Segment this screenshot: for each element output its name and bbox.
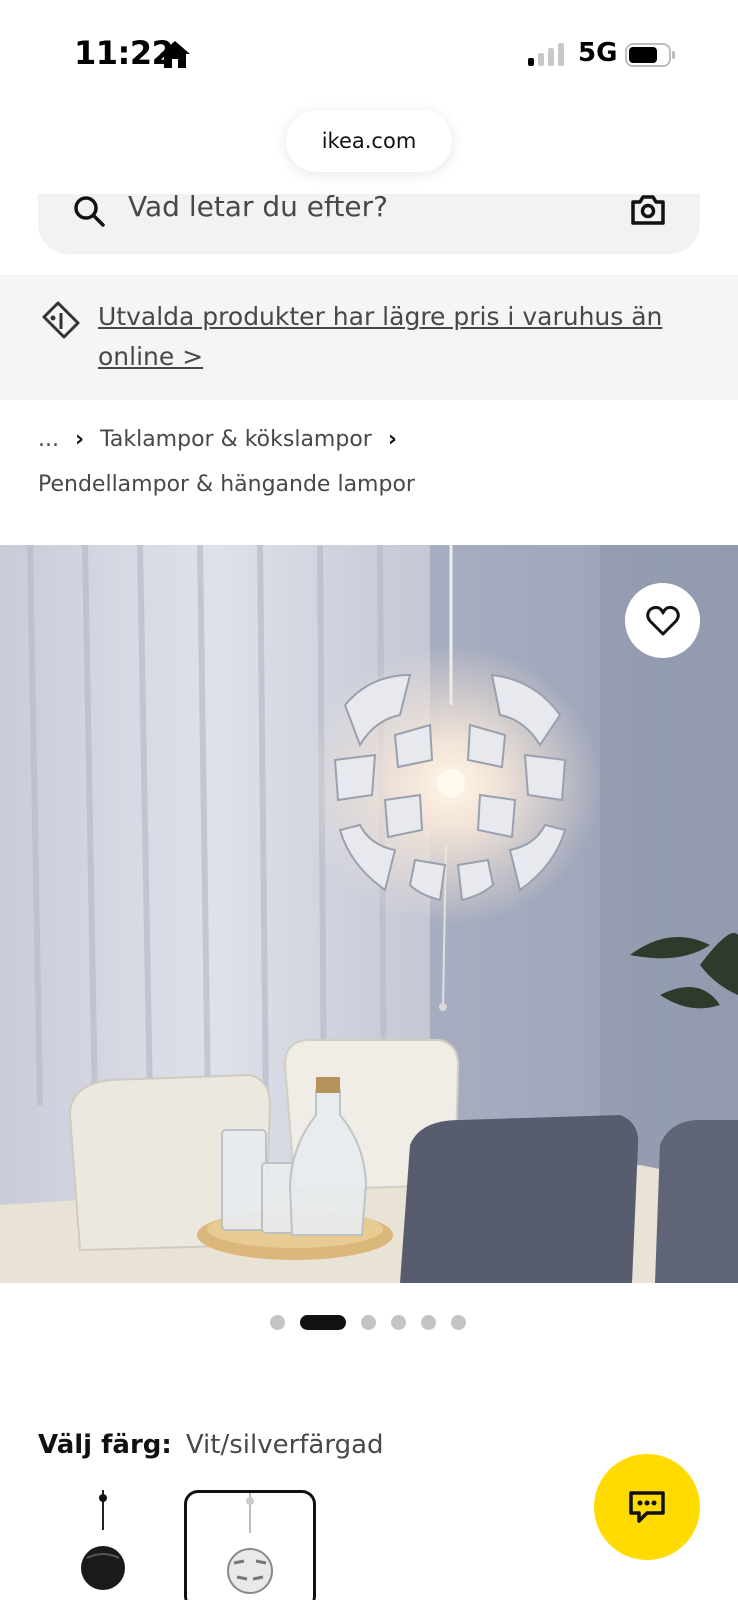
url-bar[interactable]: ikea.com — [286, 110, 452, 172]
color-selector: Välj färg: Vit/silverfärgad — [38, 1430, 384, 1460]
white-lamp-thumbnail — [227, 1493, 273, 1594]
breadcrumb-ellipsis[interactable]: ... — [38, 427, 59, 452]
carousel-dot[interactable] — [270, 1314, 285, 1330]
home-icon — [160, 41, 190, 68]
carousel-dot[interactable] — [391, 1314, 406, 1330]
network-type: 5G — [578, 38, 618, 68]
carousel-dot[interactable] — [361, 1314, 376, 1330]
breadcrumb-parent[interactable]: Taklampor & kökslampor — [100, 427, 372, 452]
carousel-dot[interactable] — [421, 1314, 436, 1330]
chat-icon — [629, 1491, 665, 1523]
promo-banner[interactable]: Utvalda produkter har lägre pris i varuh… — [0, 275, 738, 400]
image-carousel-indicator[interactable] — [270, 1313, 481, 1331]
search-bar[interactable]: Vad letar du efter? — [38, 190, 700, 254]
color-swatch-black[interactable] — [38, 1490, 170, 1600]
chevron-right-icon: › — [387, 426, 397, 452]
color-label: Välj färg: — [38, 1430, 172, 1460]
battery-icon — [625, 43, 675, 67]
camera-icon[interactable] — [630, 194, 666, 226]
price-tag-icon — [42, 301, 80, 339]
color-swatch-white-silver[interactable] — [184, 1490, 316, 1600]
lamp-photo — [0, 545, 738, 1283]
breadcrumb: ... › Taklampor & kökslampor › Pendellam… — [38, 422, 718, 502]
search-icon — [74, 196, 105, 227]
breadcrumb-current[interactable]: Pendellampor & hängande lampor — [38, 468, 718, 502]
product-image[interactable] — [0, 545, 738, 1283]
chat-button[interactable] — [594, 1454, 700, 1560]
carousel-dot-active[interactable] — [300, 1314, 346, 1330]
promo-link[interactable]: Utvalda produkter har lägre pris i varuh… — [98, 297, 698, 377]
signal-icon — [528, 43, 564, 66]
favorite-button[interactable] — [625, 583, 700, 658]
color-value: Vit/silverfärgad — [185, 1430, 384, 1460]
heart-icon — [645, 605, 680, 635]
status-bar: 11:22 5G — [0, 0, 738, 108]
chevron-right-icon: › — [74, 426, 85, 452]
search-input[interactable]: Vad letar du efter? — [128, 190, 388, 223]
carousel-dot[interactable] — [451, 1314, 466, 1330]
black-lamp-thumbnail — [81, 1490, 125, 1590]
